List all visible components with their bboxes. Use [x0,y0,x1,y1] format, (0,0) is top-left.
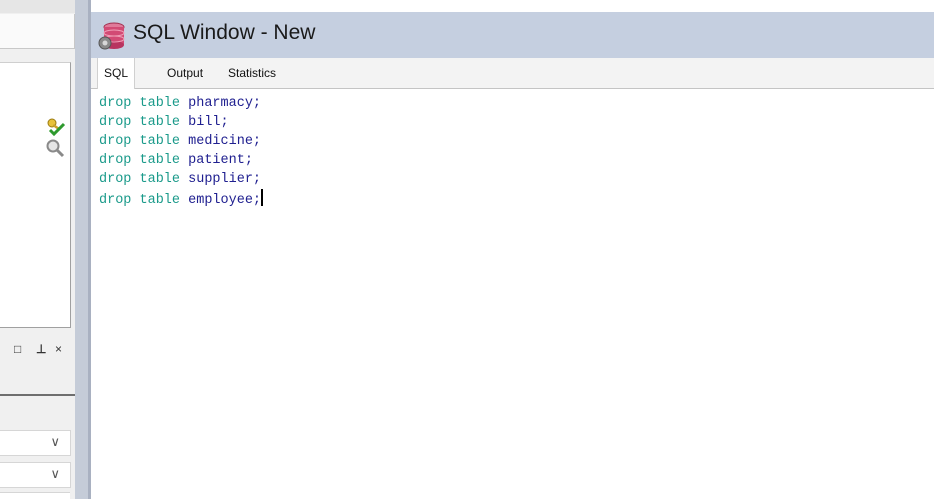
database-icon [98,22,125,50]
sql-identifier: patient; [188,153,253,168]
sql-keyword: drop table [99,153,189,168]
sql-keyword: drop table [99,172,189,187]
left-panel: □ ⊥ × ∨ ∨ [0,0,75,500]
sql-window: SQL Window - New SQL Output Statistics d… [91,12,934,499]
sql-identifier: bill; [188,115,229,130]
search-icon[interactable] [44,137,66,159]
code-line: drop table bill; [99,113,925,132]
object-list-area[interactable] [0,62,71,328]
tab-bar: SQL Output Statistics [91,58,934,89]
tab-sql[interactable]: SQL [97,58,136,89]
pin-icon[interactable]: ⊥ [36,342,46,356]
filter-dropdown-2[interactable]: ∨ [0,462,71,488]
sql-keyword: drop table [99,134,189,149]
left-panel-header-box [0,14,75,49]
sql-keyword: drop table [99,115,189,130]
panel-divider [0,394,75,396]
sql-identifier: medicine; [188,134,262,149]
pane-controls: □ ⊥ × [0,334,75,364]
code-line: drop table patient; [99,151,925,170]
text-cursor [261,189,264,206]
filter-dropdown-1[interactable]: ∨ [0,430,71,456]
sql-identifier: supplier; [188,172,262,187]
sql-identifier: pharmacy; [188,96,262,111]
chevron-down-icon: ∨ [50,434,60,449]
sql-editor[interactable]: drop table pharmacy; drop table bill; dr… [99,94,925,494]
code-line: drop table employee; [99,189,925,208]
close-pane-button[interactable]: × [55,342,62,356]
left-panel-top-strip [0,0,75,13]
sql-keyword: drop table [99,193,189,208]
code-line: drop table pharmacy; [99,94,925,113]
code-line: drop table supplier; [99,170,925,189]
code-line: drop table medicine; [99,132,925,151]
chevron-down-icon: ∨ [50,466,60,481]
tab-statistics[interactable]: Statistics [222,58,282,87]
window-title: SQL Window - New [133,21,316,44]
sql-identifier: employee; [188,193,262,208]
sql-keyword: drop table [99,96,189,111]
tab-output[interactable]: Output [161,58,209,87]
maximize-pane-button[interactable]: □ [14,342,21,356]
key-check-icon[interactable] [44,117,68,137]
window-titlebar[interactable]: SQL Window - New [91,12,934,58]
